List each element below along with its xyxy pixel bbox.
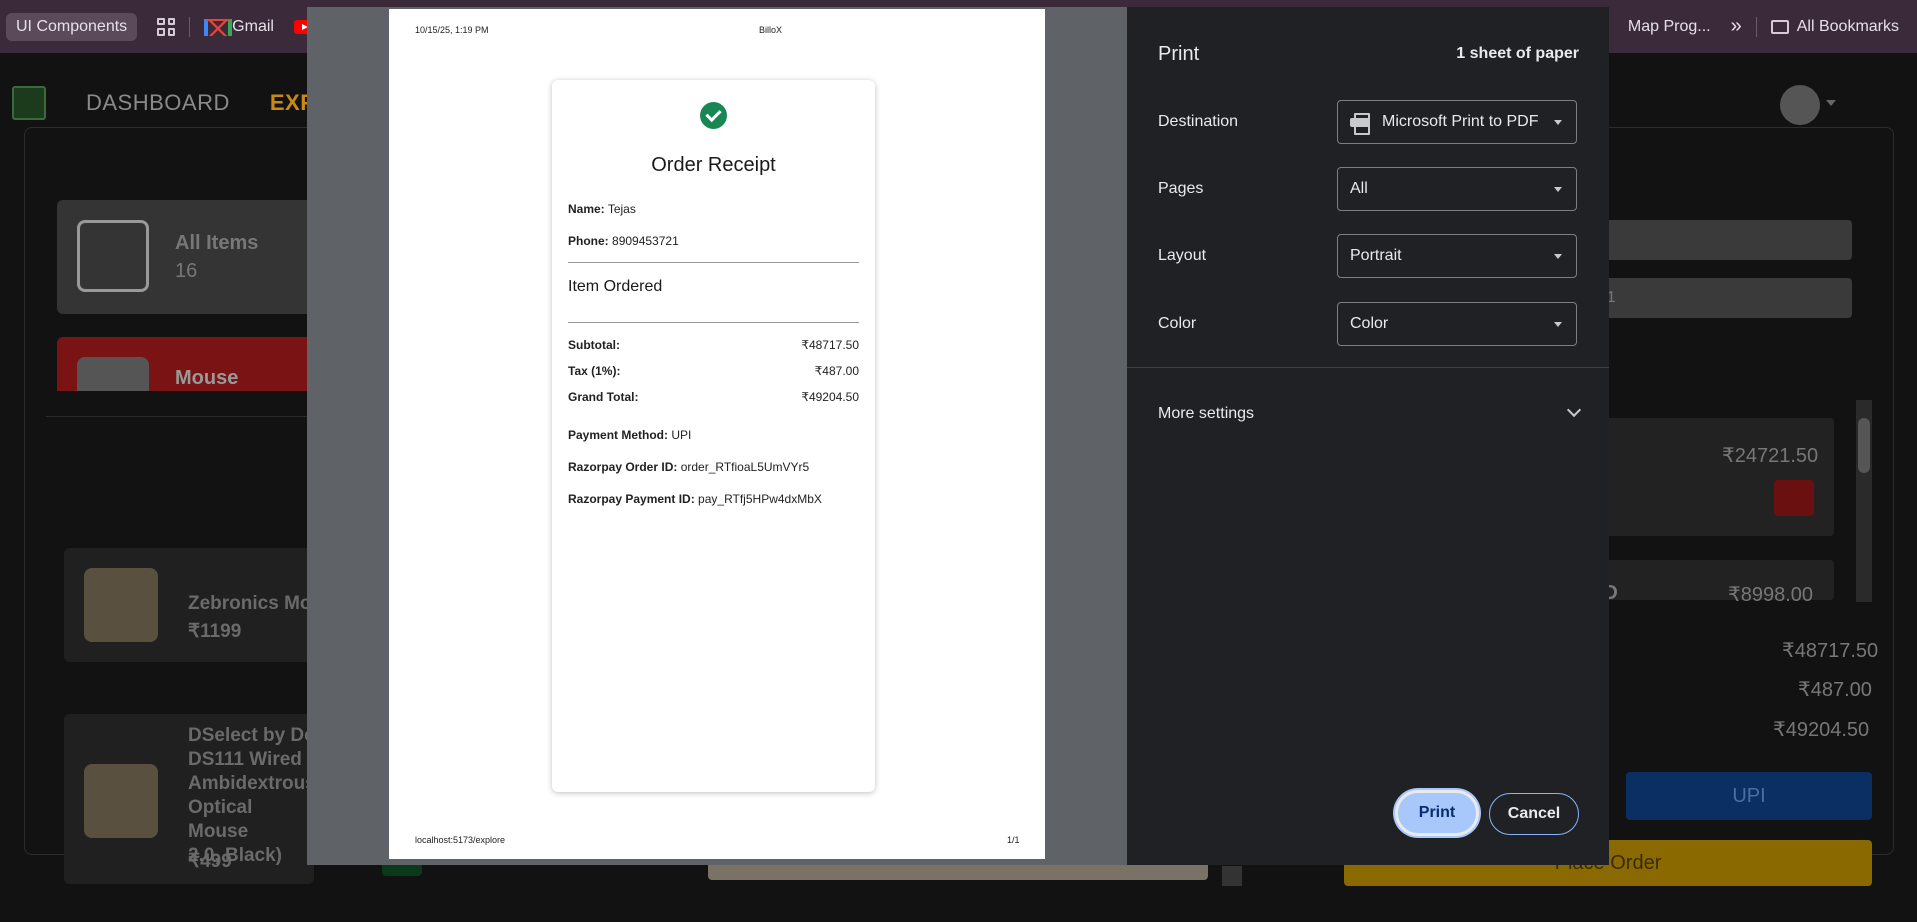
page-header-date: 10/15/25, 1:19 PM	[415, 25, 489, 35]
cart-item	[1570, 418, 1834, 536]
payment-method: Payment Method: UPI	[568, 428, 692, 442]
color-label: Color	[1158, 315, 1197, 332]
all-bookmarks-button[interactable]: All Bookmarks	[1761, 13, 1909, 41]
category-count: 16	[175, 260, 198, 282]
gmail-icon	[204, 19, 233, 36]
razorpay-order-id: Razorpay Order ID: order_RTfioaL5UmVYr5	[568, 460, 810, 474]
product-name: DSelect by De DS111 Wired Ambidextrous O…	[188, 725, 316, 866]
customer-name-input[interactable]	[1570, 220, 1852, 260]
product-name: Zebronics Mo	[188, 593, 312, 614]
page-header-title: BilloX	[759, 25, 783, 35]
product-card[interactable]: DSelect by De DS111 Wired Ambidextrous O…	[64, 714, 316, 884]
category-image	[77, 357, 149, 391]
dropdown-toggle[interactable]	[1222, 866, 1242, 886]
customer-phone-input[interactable]: 3721	[1570, 278, 1852, 318]
page-footer-number: 1/1	[1007, 835, 1020, 845]
sheet-count: 1 sheet of paper	[1456, 45, 1579, 62]
layout-label: Layout	[1158, 247, 1207, 264]
nav-dashboard[interactable]: DASHBOARD	[86, 90, 230, 116]
product-image	[84, 568, 158, 642]
divider	[568, 262, 859, 263]
preview-page: 10/15/25, 1:19 PM BilloX Order Receipt N…	[389, 9, 1045, 859]
bookmarks-overflow-button[interactable]: »	[1721, 13, 1752, 41]
receipt-name: Name: Tejas	[568, 202, 636, 216]
folder-icon	[1770, 19, 1789, 34]
print-button[interactable]: Print	[1395, 790, 1479, 836]
print-settings-panel: Print 1 sheet of paper Destination Micro…	[1127, 7, 1609, 865]
product-price: ₹499	[188, 851, 232, 872]
product-card[interactable]: Zebronics Mo ₹1199	[64, 548, 314, 662]
upi-button[interactable]: UPI	[1626, 772, 1872, 820]
grand-total-value: ₹49204.50	[1773, 719, 1870, 741]
tax-row: Tax (1%): ₹487.00	[568, 364, 859, 378]
category-title: Mouse	[175, 367, 239, 389]
items-heading: Item Ordered	[568, 278, 663, 295]
apps-grid-button[interactable]	[147, 13, 185, 41]
pages-select[interactable]: All	[1337, 167, 1577, 211]
cart-item-price: ₹24721.50	[1722, 445, 1819, 467]
receipt-title: Order Receipt	[651, 154, 776, 176]
print-preview-area: 10/15/25, 1:19 PM BilloX Order Receipt N…	[307, 7, 1127, 865]
destination-select[interactable]: Microsoft Print to PDF	[1337, 100, 1577, 144]
tax-value: ₹487.00	[1798, 679, 1872, 701]
scrollbar-thumb[interactable]	[1858, 418, 1870, 473]
destination-label: Destination	[1158, 113, 1239, 130]
category-all-items[interactable]: All Items 16	[57, 200, 317, 314]
category-title: All Items	[175, 232, 259, 254]
layout-select[interactable]: Portrait	[1337, 234, 1577, 278]
bookmark-map-prog[interactable]: Map Prog...	[1618, 13, 1721, 41]
cancel-button[interactable]: Cancel	[1489, 793, 1579, 835]
caret-down-icon	[1554, 322, 1562, 327]
divider	[1127, 367, 1609, 368]
printer-icon	[1350, 113, 1370, 135]
user-avatar[interactable]	[1780, 85, 1820, 125]
subtotal-row: Subtotal: ₹48717.50	[568, 338, 859, 352]
razorpay-payment-id: Razorpay Payment ID: pay_RTfj5HPw4dxMbX	[568, 492, 822, 506]
category-mouse[interactable]: Mouse	[57, 337, 317, 391]
product-price: ₹1199	[188, 621, 242, 642]
chevron-down-icon[interactable]	[1566, 402, 1582, 418]
page-footer-url: localhost:5173/explore	[415, 835, 506, 845]
caret-down-icon	[1554, 254, 1562, 259]
receipt-phone: Phone: 8909453721	[568, 234, 679, 248]
bookmark-gmail[interactable]: Gmail	[194, 13, 284, 41]
trash-icon[interactable]	[1774, 480, 1814, 516]
product-image	[84, 764, 158, 838]
pages-label: Pages	[1158, 180, 1204, 197]
grand-total-row: Grand Total: ₹49204.50	[568, 390, 859, 404]
divider	[568, 322, 859, 323]
receipt-card: Order Receipt Name: Tejas Phone: 8909453…	[552, 80, 875, 792]
bookmark-separator	[1755, 16, 1757, 37]
subtotal-value: ₹48717.50	[1782, 640, 1879, 662]
print-title: Print	[1158, 43, 1200, 65]
cart-icon	[77, 220, 149, 292]
color-select[interactable]: Color	[1337, 302, 1577, 346]
chevron-down-icon	[1826, 100, 1836, 106]
caret-down-icon	[1554, 120, 1562, 125]
apps-grid-icon	[157, 17, 176, 36]
check-circle-icon	[700, 102, 727, 129]
cart-item-price: ₹8998.00	[1728, 584, 1814, 606]
bookmark-ui-components[interactable]: UI Components	[6, 12, 138, 41]
caret-down-icon	[1554, 187, 1562, 192]
more-settings-toggle[interactable]: More settings	[1158, 405, 1254, 423]
bookmark-separator	[189, 16, 191, 37]
app-logo[interactable]	[12, 86, 46, 120]
print-dialog: 10/15/25, 1:19 PM BilloX Order Receipt N…	[307, 7, 1609, 865]
